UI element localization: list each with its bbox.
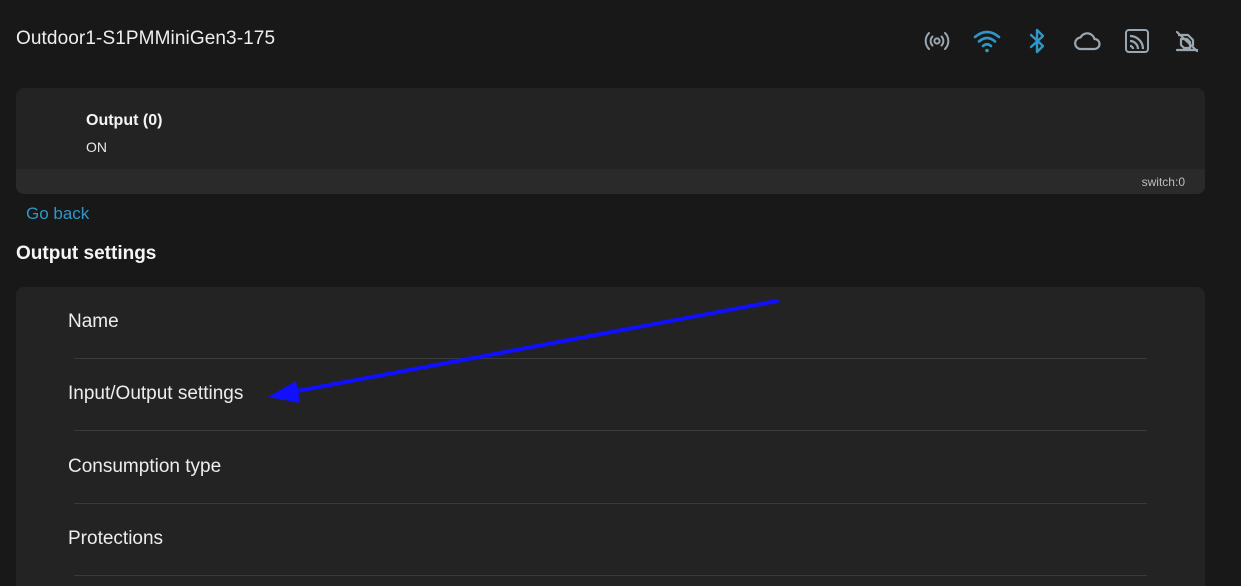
settings-item-protections[interactable]: Protections (16, 504, 1205, 576)
cloud-icon[interactable] (1072, 26, 1102, 56)
settings-item-label: Name (68, 311, 119, 332)
settings-item-name[interactable]: Name (16, 287, 1205, 359)
settings-item-label: Protections (68, 528, 164, 549)
websocket-disabled-icon[interactable] (1172, 26, 1202, 56)
go-back-link[interactable]: Go back (26, 204, 89, 224)
mqtt-icon[interactable] (1122, 26, 1152, 56)
settings-item-input-output[interactable]: Input/Output settings (16, 359, 1205, 431)
output-card[interactable]: Output (0) ON switch:0 (16, 88, 1205, 194)
device-title: Outdoor1-S1PMMiniGen3-175 (16, 28, 276, 49)
status-icon-bar (922, 26, 1202, 56)
wifi-icon[interactable] (972, 26, 1002, 56)
settings-list: Name Input/Output settings Consumption t… (16, 287, 1205, 586)
ap-broadcast-icon[interactable] (922, 26, 952, 56)
settings-item-label: Input/Output settings (68, 383, 244, 404)
divider (74, 430, 1147, 431)
bluetooth-icon[interactable] (1022, 26, 1052, 56)
settings-item-consumption-type[interactable]: Consumption type (16, 432, 1205, 504)
device-page: Outdoor1-S1PMMiniGen3-175 Output (0) ON … (0, 0, 1241, 586)
output-state: ON (86, 139, 107, 155)
divider (74, 575, 1147, 576)
section-heading: Output settings (16, 243, 157, 264)
output-card-footer: switch:0 (16, 169, 1205, 194)
output-name: Output (0) (86, 112, 163, 129)
settings-item-label: Consumption type (68, 456, 222, 477)
component-id: switch:0 (1141, 175, 1185, 189)
